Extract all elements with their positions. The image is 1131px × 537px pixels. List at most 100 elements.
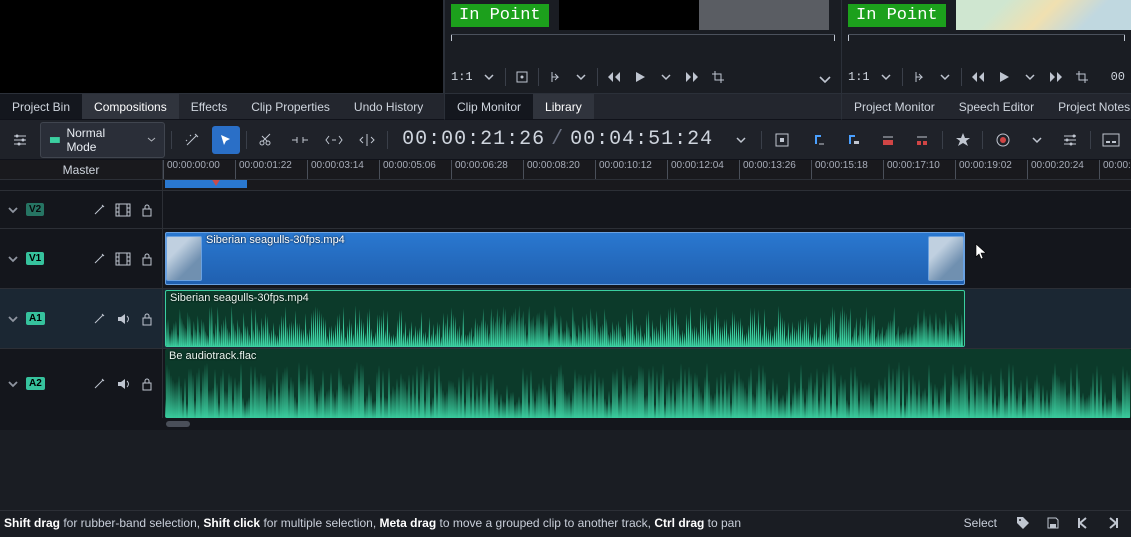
track-tag[interactable]: A2 [26, 377, 45, 390]
tab-effects[interactable]: Effects [179, 94, 239, 119]
track-tag[interactable]: A1 [26, 312, 45, 325]
ripple-icon[interactable] [320, 126, 348, 154]
tab-library[interactable]: Library [533, 94, 594, 119]
play-zone[interactable] [165, 180, 247, 188]
monitor-ratio[interactable]: 1:1 [451, 70, 473, 84]
track-header-a2[interactable]: A2 [0, 349, 163, 418]
mute-icon[interactable] [114, 375, 132, 393]
rewind-icon[interactable] [604, 67, 624, 87]
chevron-down-icon[interactable] [876, 67, 896, 87]
chevron-down-icon[interactable] [656, 67, 676, 87]
spacer-icon[interactable] [286, 126, 314, 154]
fit-zoom-icon[interactable] [512, 67, 532, 87]
forward-icon[interactable] [682, 67, 702, 87]
tab-clip-monitor[interactable]: Clip Monitor [445, 94, 533, 119]
effects-icon[interactable] [90, 310, 108, 328]
prev-icon[interactable] [1069, 509, 1097, 537]
lock-icon[interactable] [138, 201, 156, 219]
audio-clip[interactable]: Siberian seagulls-30fps.mp4 [165, 290, 965, 347]
wand-icon[interactable] [178, 126, 206, 154]
film-icon[interactable] [114, 201, 132, 219]
waveform [165, 361, 1131, 418]
track-tag[interactable]: V2 [26, 203, 44, 216]
chevron-down-icon[interactable] [727, 126, 755, 154]
chevron-down-icon[interactable] [571, 67, 591, 87]
monitor-ratio[interactable]: 1:1 [848, 70, 870, 84]
settings-icon[interactable] [6, 126, 34, 154]
chevron-down-icon[interactable] [6, 203, 20, 217]
next-icon[interactable] [1099, 509, 1127, 537]
tab-undo-history[interactable]: Undo History [342, 94, 435, 119]
chevron-down-icon[interactable] [1020, 67, 1040, 87]
chevron-down-icon[interactable] [6, 312, 20, 326]
film-icon[interactable] [114, 250, 132, 268]
tag-icon[interactable] [1009, 509, 1037, 537]
clip-label: Siberian seagulls-30fps.mp4 [170, 292, 309, 304]
effects-icon[interactable] [90, 375, 108, 393]
tab-compositions[interactable]: Compositions [82, 94, 179, 119]
monitor-time-ruler[interactable] [848, 34, 1125, 52]
slip-icon[interactable] [353, 126, 381, 154]
tab-clip-properties[interactable]: Clip Properties [239, 94, 342, 119]
zone-in-icon[interactable] [806, 126, 834, 154]
timeline-scrollbar[interactable] [0, 418, 1131, 430]
play-icon[interactable] [994, 67, 1014, 87]
track-header-v1[interactable]: V1 [0, 229, 163, 288]
subtitle-icon[interactable] [1097, 126, 1125, 154]
mix-icon[interactable] [768, 126, 796, 154]
chevron-down-icon[interactable] [1023, 126, 1051, 154]
options-icon[interactable] [1057, 126, 1085, 154]
play-icon[interactable] [630, 67, 650, 87]
overwrite-icon[interactable] [874, 126, 902, 154]
audio-clip[interactable]: Be audiotrack.flac [165, 349, 1131, 418]
ruler-tick: 00:00:13:26 [739, 160, 796, 179]
playhead-icon[interactable] [211, 180, 221, 186]
edit-mode-label: Normal Mode [66, 126, 137, 154]
mute-icon[interactable] [114, 310, 132, 328]
track-body-v1[interactable]: Siberian seagulls-30fps.mp4 [163, 229, 1131, 288]
favorite-icon[interactable] [949, 126, 977, 154]
track-header-a1[interactable]: A1 [0, 289, 163, 348]
crop-icon[interactable] [1072, 67, 1092, 87]
ruler-tick: 00:00:10:12 [595, 160, 652, 179]
chevron-down-icon[interactable] [6, 377, 20, 391]
track-body-v2[interactable] [163, 191, 1131, 228]
set-in-icon[interactable] [545, 67, 565, 87]
ruler-tick: 00:00:08:20 [523, 160, 580, 179]
forward-icon[interactable] [1046, 67, 1066, 87]
chevron-down-icon[interactable] [935, 67, 955, 87]
effects-icon[interactable] [90, 201, 108, 219]
track-tag[interactable]: V1 [26, 252, 44, 265]
tab-speech-editor[interactable]: Speech Editor [947, 94, 1046, 119]
video-clip[interactable]: Siberian seagulls-30fps.mp4 [165, 232, 965, 285]
mouse-cursor-icon [975, 243, 987, 261]
track-body-a1[interactable]: Siberian seagulls-30fps.mp4 [163, 289, 1131, 348]
crop-icon[interactable] [708, 67, 728, 87]
tab-project-bin[interactable]: Project Bin [0, 94, 82, 119]
timeline-ruler[interactable]: 00:00:00:0000:00:01:2200:00:03:1400:00:0… [163, 160, 1131, 179]
chevron-down-icon[interactable] [479, 67, 499, 87]
master-track-label: Master [0, 160, 163, 179]
lock-icon[interactable] [138, 310, 156, 328]
lock-icon[interactable] [138, 375, 156, 393]
record-icon[interactable] [989, 126, 1017, 154]
edit-mode-combo[interactable]: Normal Mode [40, 122, 166, 158]
save-icon[interactable] [1039, 509, 1067, 537]
track-header-v2[interactable]: V2 [0, 191, 163, 228]
effects-icon[interactable] [90, 250, 108, 268]
expand-icon[interactable] [815, 67, 835, 87]
chevron-down-icon[interactable] [6, 252, 20, 266]
razor-icon[interactable] [253, 126, 281, 154]
track-body-a2[interactable]: Be audiotrack.flac [163, 349, 1131, 418]
lock-icon[interactable] [138, 250, 156, 268]
set-in-icon[interactable] [909, 67, 929, 87]
tab-project-notes[interactable]: Project Notes [1046, 94, 1131, 119]
ruler-tick: 00:00:01:22 [235, 160, 292, 179]
monitor-time-ruler[interactable] [451, 34, 835, 52]
zone-in2-icon[interactable] [840, 126, 868, 154]
rewind-icon[interactable] [968, 67, 988, 87]
extract-icon[interactable] [908, 126, 936, 154]
timeline-timecode[interactable]: 00:00:21:26/00:04:51:24 [394, 128, 721, 151]
select-tool-icon[interactable] [212, 126, 240, 154]
tab-project-monitor[interactable]: Project Monitor [842, 94, 947, 119]
